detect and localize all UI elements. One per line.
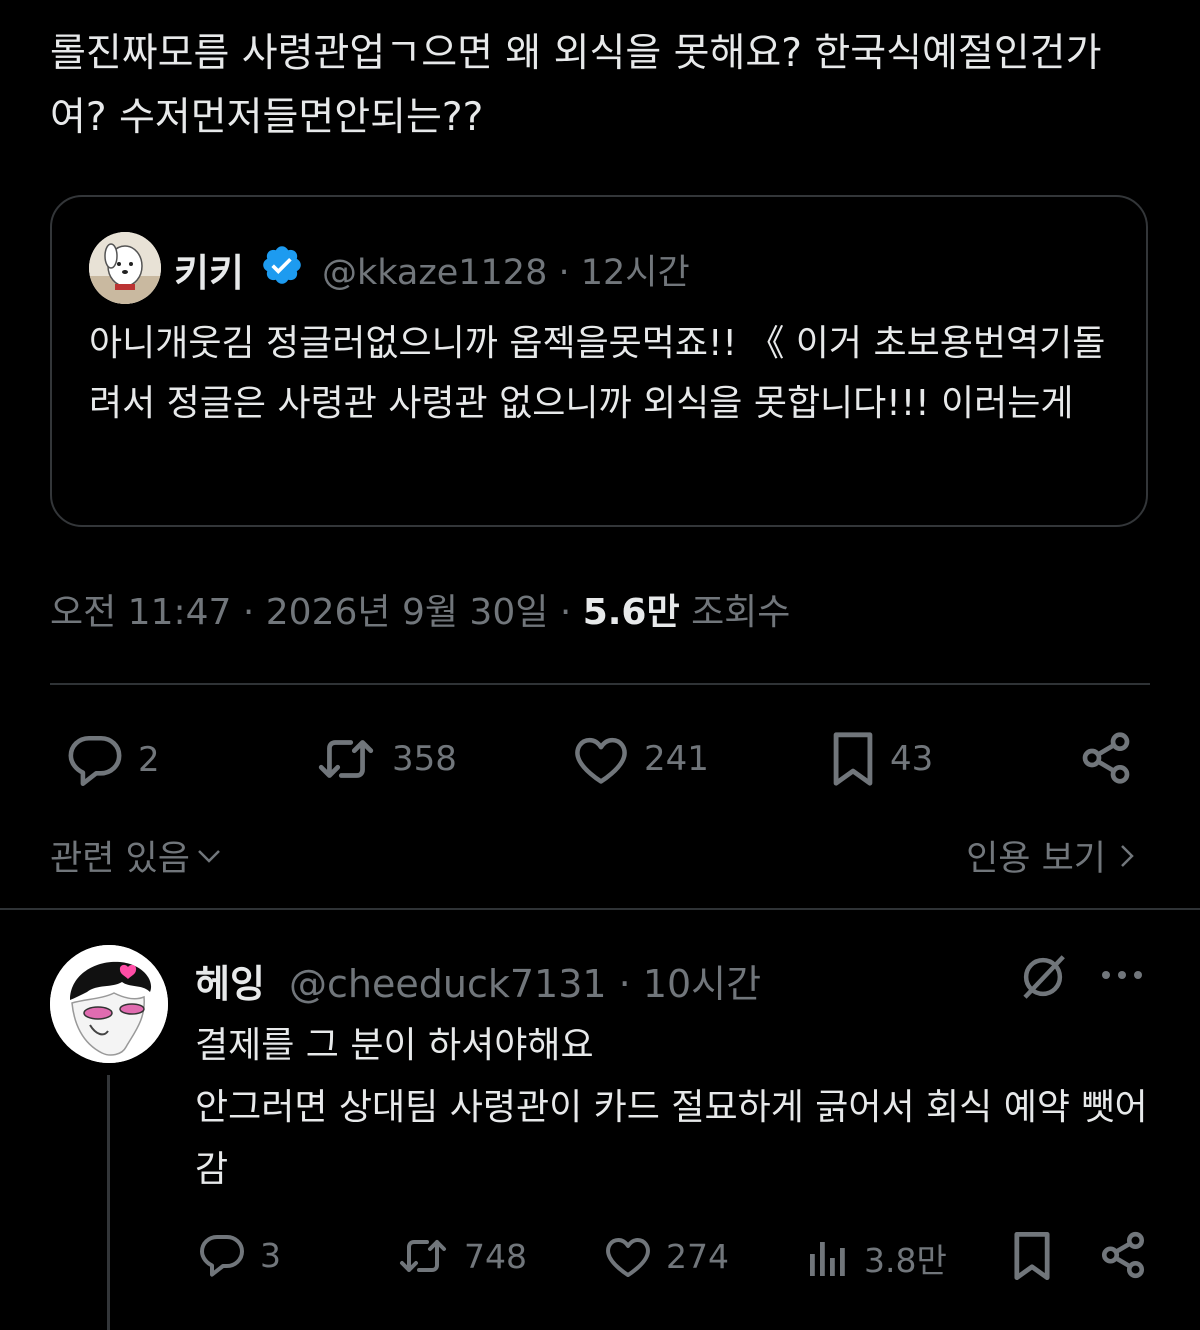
views-count: 5.6만 — [582, 592, 680, 633]
thread-line — [107, 1075, 110, 1330]
like-count: 241 — [644, 739, 709, 779]
reply-views-count: 3.8만 — [864, 1241, 947, 1280]
see-quotes-link[interactable]: 인용 보기 — [966, 830, 1142, 881]
post-text: 롤진짜모름 사령관업ㄱ으면 왜 외식을 못해요? 한국식예절인건가여? 수저먼저… — [50, 31, 1102, 140]
verified-badge-icon — [263, 246, 301, 284]
reply-text-line: 결제를 그 분이 하셔야해요 — [195, 1025, 594, 1066]
separator-dot: · — [558, 253, 581, 293]
reply-repost-button[interactable]: 748 — [396, 1234, 527, 1278]
reply-like-count: 274 — [666, 1236, 729, 1276]
reply-text-line: 안그러면 상대팀 사령관이 카드 절묘하게 긁어서 회식 예약 뺏어감 — [195, 1087, 1148, 1190]
analytics-icon — [810, 1242, 845, 1276]
grok-icon[interactable] — [1016, 950, 1070, 1004]
related-label: 관련 있음 — [50, 839, 190, 879]
views-label: 조회수 — [691, 592, 791, 633]
reply-header: 헤잉 @cheeduck7131 · 10시간 — [195, 953, 761, 1008]
reply-bookmark-icon[interactable] — [1012, 1230, 1052, 1282]
quoted-author-name[interactable]: 키키 — [174, 242, 244, 297]
reply-like-button[interactable]: 274 — [604, 1234, 729, 1278]
reply-time[interactable]: 10시간 — [643, 962, 761, 1006]
bookmark-button[interactable]: 43 — [830, 730, 933, 788]
share-icon — [1082, 732, 1130, 784]
heart-icon — [606, 1238, 650, 1277]
more-options-icon[interactable] — [1098, 960, 1146, 990]
share-button[interactable] — [1078, 730, 1134, 786]
reply-views-button[interactable]: 3.8만 — [806, 1234, 947, 1282]
post-meta: 오전 11:47 · 2026년 9월 30일 · 5.6만 조회수 — [50, 592, 791, 633]
chevron-right-icon — [1121, 844, 1134, 867]
repost-button[interactable]: 358 — [314, 733, 457, 785]
reply-reply-count: 3 — [260, 1235, 281, 1275]
reply-button[interactable]: 2 — [66, 733, 160, 787]
reply-share-icon[interactable] — [1098, 1230, 1148, 1280]
quoted-author-handle[interactable]: @kkaze1128 — [322, 253, 547, 293]
chevron-down-icon — [198, 849, 220, 863]
post-date[interactable]: 2026년 9월 30일 — [266, 592, 549, 633]
reply-repost-count: 748 — [464, 1236, 527, 1276]
repost-icon — [400, 1240, 446, 1272]
divider — [0, 908, 1200, 910]
reply-author-name[interactable]: 헤잉 — [195, 962, 265, 1006]
divider — [50, 683, 1150, 685]
quoted-avatar[interactable] — [89, 232, 161, 304]
repost-count: 358 — [392, 739, 457, 779]
heart-icon — [575, 737, 627, 784]
quoted-post-text: 아니개웃김 정글러없으니까 옵젝을못먹죠!! 《 이거 초보용번역기돌려서 정글… — [89, 323, 1106, 424]
quoted-post[interactable]: 키키 @kkaze1128 · 12시간 아니개웃김 정글러없으니까 옵젝을못먹… — [50, 195, 1148, 527]
bookmark-icon — [833, 732, 873, 786]
quoted-author-meta[interactable]: @kkaze1128 · 12시간 — [322, 244, 690, 295]
see-quotes-label: 인용 보기 — [966, 839, 1106, 879]
reply-text: 결제를 그 분이 하셔야해요 안그러면 상대팀 사령관이 카드 절묘하게 긁어서… — [195, 1015, 1155, 1201]
related-dropdown[interactable]: 관련 있음 — [50, 830, 224, 881]
reply-reply-button[interactable]: 3 — [198, 1233, 281, 1277]
like-button[interactable]: 241 — [572, 733, 709, 785]
bookmark-count: 43 — [890, 739, 934, 779]
reply-count: 2 — [138, 740, 160, 780]
reply-avatar[interactable] — [50, 945, 168, 1063]
post-time[interactable]: 오전 11:47 — [50, 592, 231, 633]
repost-icon — [318, 740, 374, 778]
reply-author-handle[interactable]: @cheeduck7131 — [289, 962, 607, 1006]
reply-icon — [200, 1235, 244, 1277]
quoted-post-time[interactable]: 12시간 — [581, 253, 690, 293]
reply-icon — [68, 735, 122, 786]
separator-dot: · — [618, 962, 643, 1006]
